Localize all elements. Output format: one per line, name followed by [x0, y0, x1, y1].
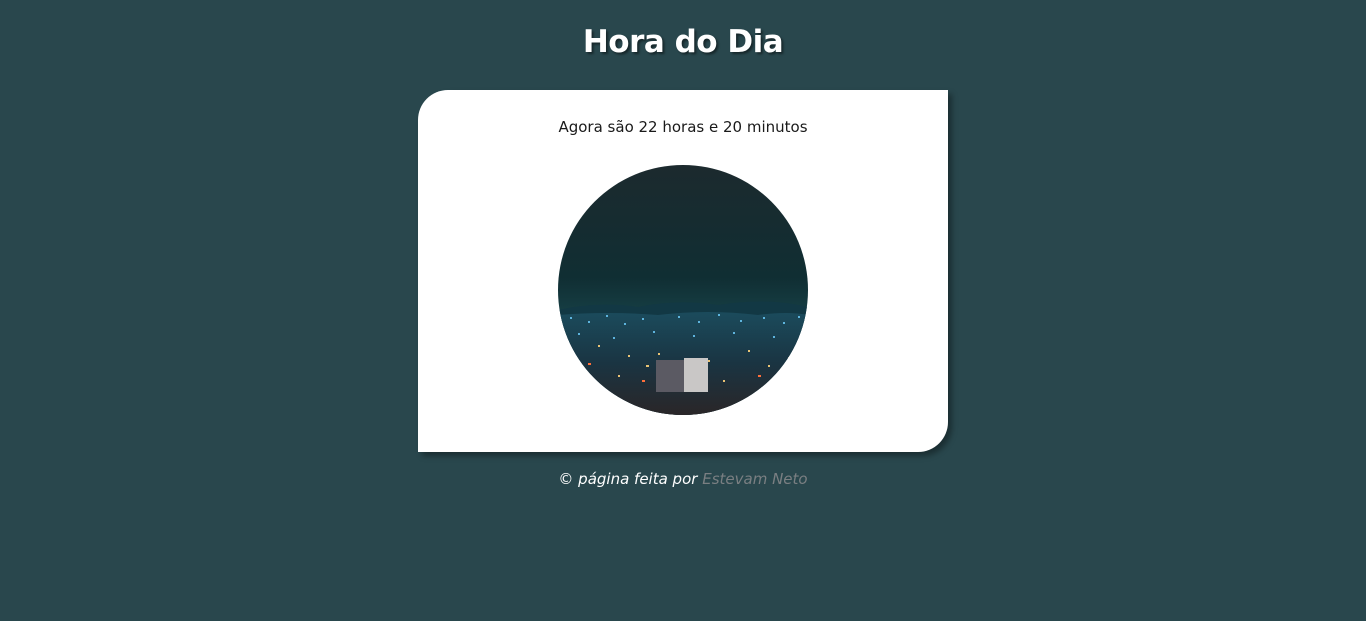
night-city-illustration — [558, 165, 808, 415]
time-message: Agora são 22 horas e 20 minutos — [558, 118, 808, 136]
night-city-image — [558, 165, 808, 415]
time-card: Agora são 22 horas e 20 minutos — [418, 90, 948, 452]
author-link[interactable]: Estevam Neto — [702, 470, 807, 488]
footer-credit-text: © página feita por — [558, 470, 698, 488]
page-footer: © página feita por Estevam Neto — [0, 470, 1366, 488]
page-title: Hora do Dia — [582, 24, 784, 60]
page: Hora do Dia Agora são 22 horas e 20 minu… — [0, 0, 1366, 621]
